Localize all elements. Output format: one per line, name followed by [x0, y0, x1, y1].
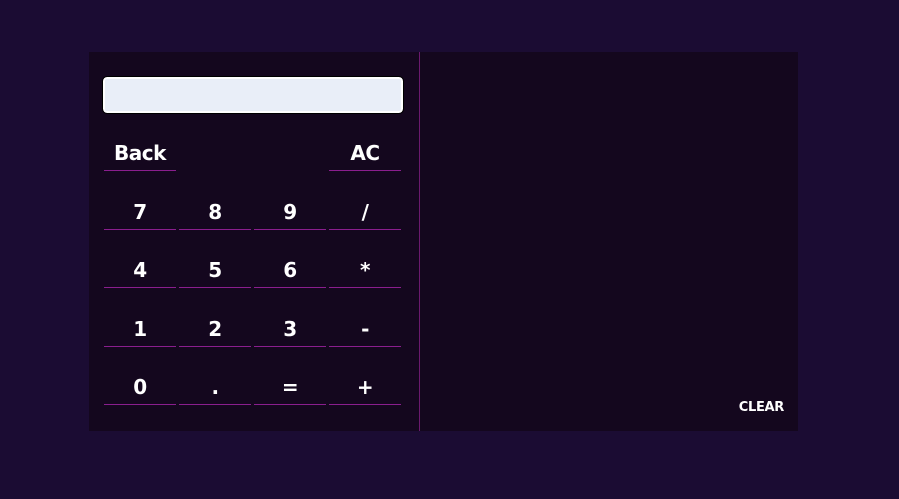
key-0-button[interactable]: 0: [104, 369, 176, 405]
key-8-button[interactable]: 8: [179, 194, 251, 230]
history-panel: CLEAR: [420, 52, 798, 431]
calculator-display[interactable]: [102, 76, 404, 114]
key-1-button[interactable]: 1: [104, 311, 176, 347]
all-clear-button[interactable]: AC: [329, 135, 401, 171]
back-button[interactable]: Back: [104, 135, 176, 171]
key-5-button[interactable]: 5: [179, 252, 251, 288]
calculator-panel: Back AC 7 8 9 / 4 5 6 * 1 2 3 - 0 . = +: [89, 52, 420, 431]
equals-button[interactable]: =: [254, 369, 326, 405]
key-9-button[interactable]: 9: [254, 194, 326, 230]
key-7-button[interactable]: 7: [104, 194, 176, 230]
divide-button[interactable]: /: [329, 194, 401, 230]
key-4-button[interactable]: 4: [104, 252, 176, 288]
key-2-button[interactable]: 2: [179, 311, 251, 347]
clear-history-button[interactable]: CLEAR: [739, 400, 785, 415]
calculator-app: Back AC 7 8 9 / 4 5 6 * 1 2 3 - 0 . = + …: [89, 52, 798, 431]
decimal-point-button[interactable]: .: [179, 369, 251, 405]
key-3-button[interactable]: 3: [254, 311, 326, 347]
multiply-button[interactable]: *: [329, 252, 401, 288]
key-6-button[interactable]: 6: [254, 252, 326, 288]
subtract-button[interactable]: -: [329, 311, 401, 347]
add-button[interactable]: +: [329, 369, 401, 405]
